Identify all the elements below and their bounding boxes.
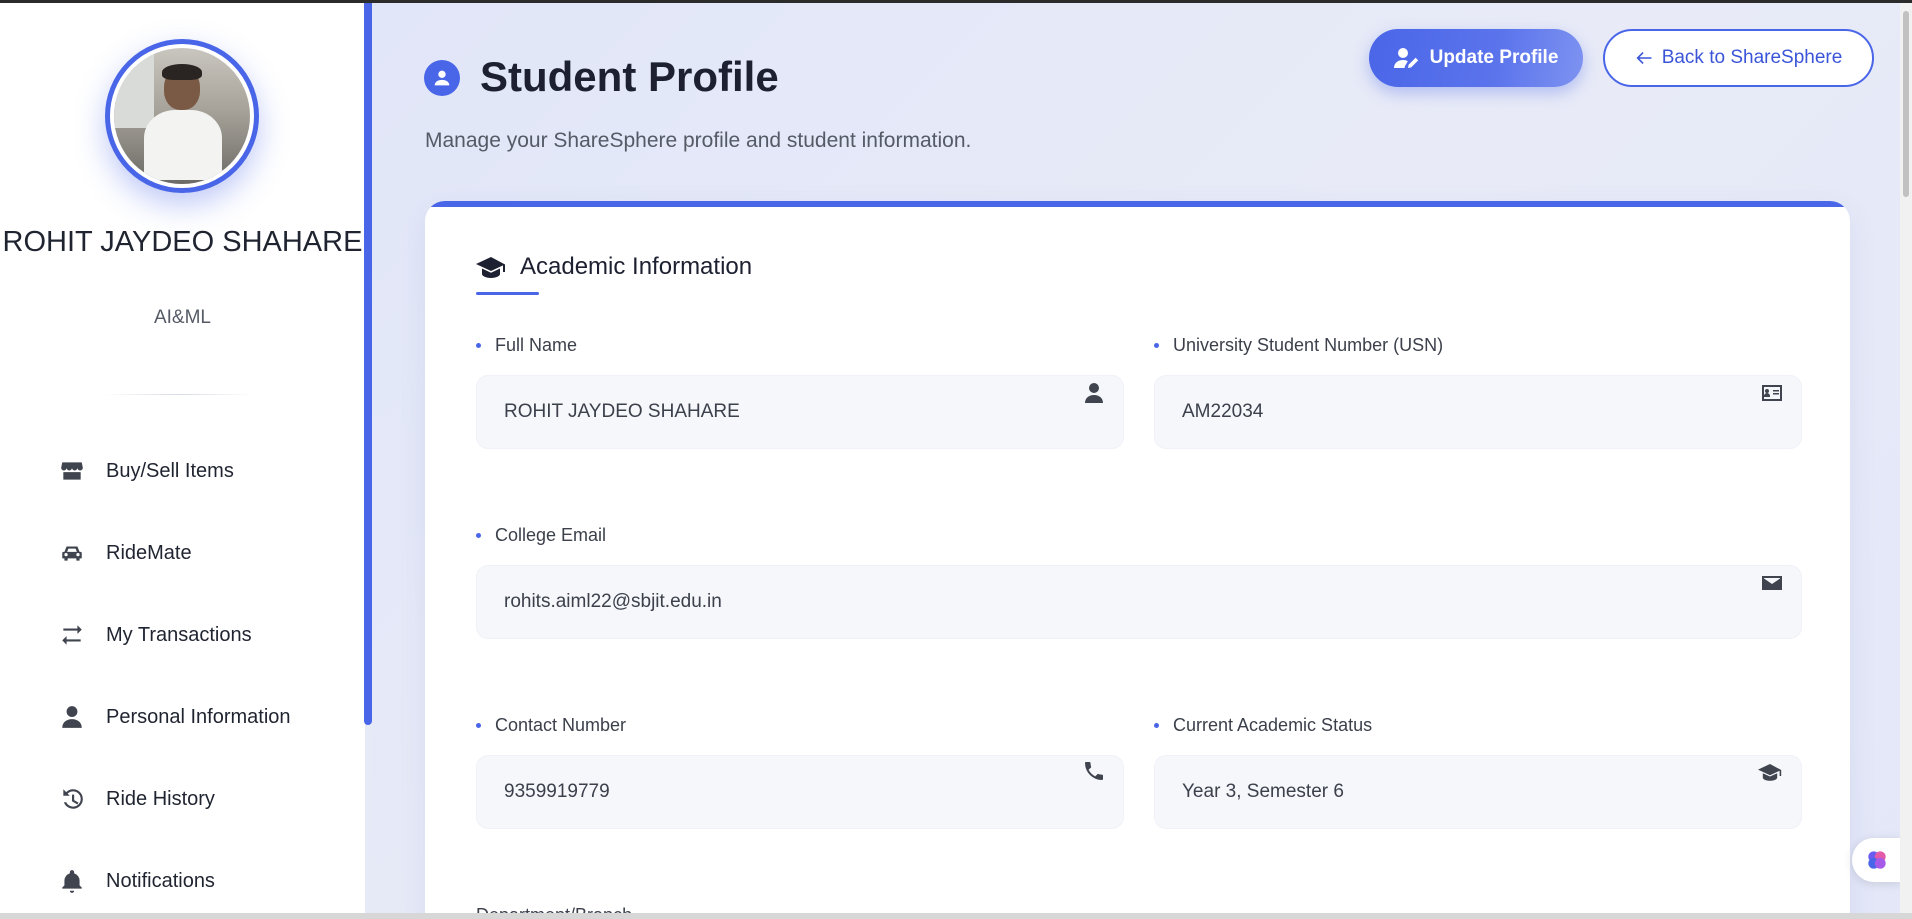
- id-card-icon: [1758, 379, 1786, 407]
- profile-name: ROHIT JAYDEO SHAHARE: [2, 226, 363, 258]
- sidebar-item-label: RideMate: [106, 541, 192, 564]
- back-to-sharesphere-button[interactable]: Back to ShareSphere: [1603, 29, 1874, 87]
- exchange-icon: [58, 621, 86, 649]
- user-icon: [1080, 379, 1108, 407]
- sidebar-item-label: Buy/Sell Items: [106, 459, 234, 482]
- sidebar-item-ridemate[interactable]: RideMate: [58, 533, 192, 573]
- user-edit-icon: [1393, 48, 1418, 68]
- card-accent-bar: [425, 201, 1850, 207]
- brain-icon: [1868, 851, 1886, 869]
- full-name-label: Full Name: [476, 335, 577, 356]
- taskbar-edge: [0, 913, 1912, 919]
- page-scrollbar[interactable]: [1900, 3, 1912, 916]
- sidebar: ROHIT JAYDEO SHAHARE AI&ML Buy/Sell Item…: [0, 3, 365, 916]
- graduation-cap-icon: [476, 257, 505, 278]
- scrollbar-thumb[interactable]: [1903, 11, 1909, 197]
- profile-photo: [114, 48, 250, 184]
- bell-icon: [58, 867, 86, 895]
- history-icon: [58, 785, 86, 813]
- store-icon: [58, 457, 86, 485]
- arrow-left-icon: [1636, 52, 1652, 64]
- update-profile-button[interactable]: Update Profile: [1369, 29, 1583, 87]
- full-name-field[interactable]: ROHIT JAYDEO SHAHARE: [476, 375, 1124, 449]
- academic-status-field[interactable]: Year 3, Semester 6: [1154, 755, 1802, 829]
- page-title: Student Profile: [480, 53, 779, 100]
- contact-number-label: Contact Number: [476, 715, 626, 736]
- sidebar-item-ride-history[interactable]: Ride History: [58, 779, 215, 819]
- sidebar-item-label: Notifications: [106, 869, 215, 892]
- main-content: Student Profile Manage your ShareSphere …: [372, 3, 1912, 916]
- sidebar-item-label: My Transactions: [106, 623, 252, 646]
- sidebar-item-buy-sell[interactable]: Buy/Sell Items: [58, 451, 234, 491]
- usn-label: University Student Number (USN): [1154, 335, 1443, 356]
- user-icon: [58, 703, 86, 731]
- academic-status-label: Current Academic Status: [1154, 715, 1372, 736]
- avatar[interactable]: [105, 39, 259, 193]
- sidebar-item-transactions[interactable]: My Transactions: [58, 615, 252, 655]
- graduation-cap-icon: [1756, 758, 1784, 786]
- section-title: Academic Information: [476, 253, 752, 281]
- academic-info-card: Academic Information Full Name ROHIT JAY…: [425, 201, 1850, 916]
- phone-icon: [1080, 757, 1108, 785]
- profile-department: AI&ML: [153, 307, 212, 328]
- divider: [104, 394, 254, 395]
- college-email-field[interactable]: rohits.aiml22@sbjit.edu.in: [476, 565, 1802, 639]
- sidebar-item-notifications[interactable]: Notifications: [58, 861, 215, 901]
- assistant-brain-button[interactable]: [1852, 838, 1902, 882]
- sidebar-item-label: Ride History: [106, 787, 215, 810]
- usn-field[interactable]: AM22034: [1154, 375, 1802, 449]
- back-label: Back to ShareSphere: [1661, 47, 1843, 68]
- college-email-label: College Email: [476, 525, 606, 546]
- sidebar-item-personal-info[interactable]: Personal Information: [58, 697, 291, 737]
- sidebar-scrollbar[interactable]: [364, 3, 372, 725]
- app-window: ROHIT JAYDEO SHAHARE AI&ML Buy/Sell Item…: [0, 3, 1912, 916]
- page-subtitle: Manage your ShareSphere profile and stud…: [425, 129, 972, 152]
- user-circle-icon: [424, 60, 460, 96]
- envelope-icon: [1758, 569, 1786, 597]
- contact-number-field[interactable]: 9359919779: [476, 755, 1124, 829]
- update-profile-label: Update Profile: [1429, 47, 1559, 68]
- car-icon: [58, 539, 86, 567]
- section-underline: [476, 292, 539, 295]
- sidebar-item-label: Personal Information: [106, 705, 291, 728]
